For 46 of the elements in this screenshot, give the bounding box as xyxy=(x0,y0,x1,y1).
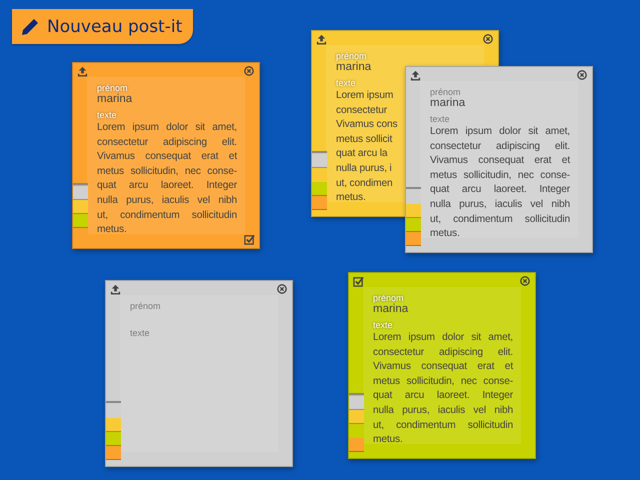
close-icon[interactable] xyxy=(277,284,287,294)
color-swatch[interactable] xyxy=(349,396,364,410)
name-value[interactable]: marina xyxy=(373,303,408,315)
color-swatch[interactable] xyxy=(312,182,327,196)
name-value[interactable]: marina xyxy=(336,61,372,73)
close-icon[interactable] xyxy=(577,70,587,80)
color-swatch[interactable] xyxy=(106,418,121,432)
field-label: prénom xyxy=(373,293,404,303)
note-text[interactable]: Lorem ipsum dolor sit amet, consectetur adipiscing elit. Vivamus consequat erat et metus sollicitudin, nec conse- quat arcu laoreet. Integer nulla purus, iaculis vel nibh ut, condimentum sollicitudin metus. xyxy=(373,331,513,448)
color-swatch[interactable] xyxy=(406,218,421,232)
color-swatch[interactable] xyxy=(406,232,421,246)
color-swatch[interactable] xyxy=(106,446,121,460)
color-swatch[interactable] xyxy=(312,154,327,168)
note-text[interactable]: Lorem ipsum consectetur Vivamus cons metus sollicit quat arcu la nulla purus, i ut, condimen metus. xyxy=(336,89,398,206)
color-swatch[interactable] xyxy=(349,410,364,424)
close-icon[interactable] xyxy=(483,34,493,44)
new-note-button[interactable]: Nouveau post-it xyxy=(12,9,193,44)
color-swatch[interactable] xyxy=(73,186,88,200)
field-label: prénom xyxy=(430,87,461,97)
close-icon[interactable] xyxy=(244,66,254,76)
field-label: texte xyxy=(430,114,450,124)
color-swatch[interactable] xyxy=(406,204,421,218)
color-swatch[interactable] xyxy=(106,432,121,446)
field-label: texte xyxy=(97,110,117,120)
close-icon[interactable] xyxy=(520,276,530,286)
checkbox-icon[interactable] xyxy=(244,234,255,245)
color-swatch[interactable] xyxy=(73,214,88,228)
note-text[interactable]: Lorem ipsum dolor sit amet, consectetur adipiscing elit. Vivamus consequat erat et metus sollicitudin, nec conse- quat arcu laoreet. Integer nulla purus, iaculis vel nibh ut, condimentum sollicitudin metus. xyxy=(97,121,237,238)
upload-icon[interactable] xyxy=(316,34,327,45)
name-value[interactable]: marina xyxy=(97,93,132,105)
field-label: texte xyxy=(130,328,150,338)
note-text[interactable]: Lorem ipsum dolor sit amet, consectetur adipiscing elit. Vivamus consequat erat et metus sollicitudin, nec conse- quat arcu laoreet. Integer nulla purus, iaculis vel nibh ut, condimentum sollicitudin metus. xyxy=(430,125,570,242)
upload-icon[interactable] xyxy=(77,66,88,77)
checkbox-icon[interactable] xyxy=(353,276,364,287)
color-swatch[interactable] xyxy=(312,196,327,210)
field-label: texte xyxy=(373,320,393,330)
name-value[interactable]: marina xyxy=(430,97,466,109)
color-swatch[interactable] xyxy=(73,200,88,214)
color-swatch[interactable] xyxy=(349,438,364,452)
upload-icon[interactable] xyxy=(110,284,121,295)
upload-icon[interactable] xyxy=(410,70,421,81)
pencil-icon xyxy=(20,16,40,36)
field-label: prénom xyxy=(97,83,128,93)
field-label: prénom xyxy=(130,301,161,311)
field-label: texte xyxy=(336,78,356,88)
field-label: prénom xyxy=(336,51,367,61)
